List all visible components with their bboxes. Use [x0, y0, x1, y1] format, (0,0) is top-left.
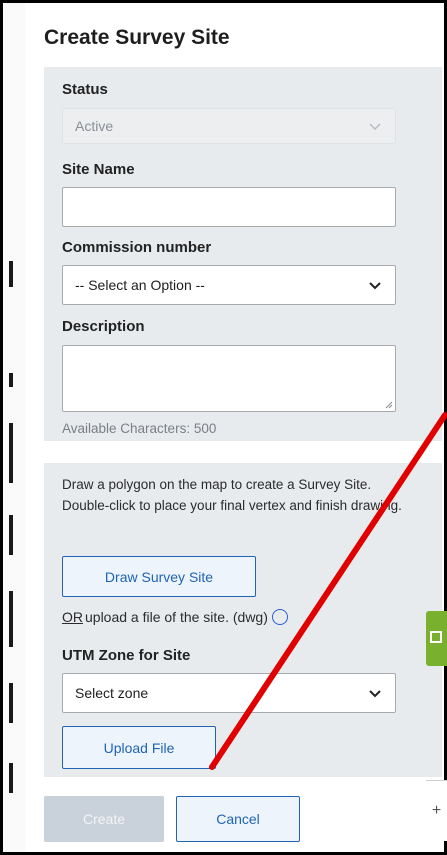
map-widget-tab[interactable]: [426, 611, 447, 666]
status-select[interactable]: Active: [62, 108, 396, 144]
status-value: Active: [75, 118, 114, 134]
draw-instructions: Draw a polygon on the map to create a Su…: [62, 477, 402, 513]
chevron-down-icon: [369, 123, 381, 131]
commission-value: -- Select an Option --: [75, 277, 205, 293]
site-name-input[interactable]: [62, 187, 396, 227]
map-mark: [9, 515, 13, 555]
draw-site-panel: Draw a polygon on the map to create a Su…: [44, 463, 442, 777]
map-background-strip: [3, 3, 25, 852]
available-characters: Available Characters: 500: [62, 421, 217, 436]
status-label: Status: [62, 81, 108, 98]
map-mark: [9, 683, 13, 723]
map-mark: [9, 763, 13, 793]
widget-icon: [430, 631, 442, 643]
site-details-panel: Status Active Site Name Commission numbe…: [44, 67, 442, 441]
upload-file-button[interactable]: Upload File: [62, 726, 216, 769]
site-name-label: Site Name: [62, 161, 135, 178]
cancel-button[interactable]: Cancel: [176, 796, 300, 842]
description-textarea[interactable]: [62, 345, 396, 412]
chevron-down-icon: [369, 690, 381, 698]
utm-zone-select[interactable]: Select zone: [62, 673, 396, 713]
info-icon[interactable]: [271, 609, 288, 625]
draw-survey-site-button[interactable]: Draw Survey Site: [62, 556, 256, 597]
utm-value: Select zone: [75, 685, 149, 701]
description-label: Description: [62, 318, 145, 335]
commission-label: Commission number: [62, 239, 212, 256]
map-mark: [9, 591, 13, 647]
upload-text: upload a file of the site. (dwg): [85, 609, 268, 625]
chevron-down-icon: [369, 282, 381, 290]
zoom-in-button[interactable]: +: [426, 780, 447, 841]
create-button[interactable]: Create: [44, 796, 164, 842]
map-mark: [9, 373, 13, 387]
dialog-title: Create Survey Site: [44, 26, 230, 49]
utm-label: UTM Zone for Site: [62, 647, 191, 664]
map-mark: [9, 261, 13, 287]
plus-icon: +: [431, 802, 442, 819]
or-text: OR: [62, 609, 83, 625]
commission-select[interactable]: -- Select an Option --: [62, 265, 396, 305]
map-mark: [9, 423, 13, 483]
upload-instructions: OR upload a file of the site. (dwg): [62, 609, 288, 625]
resize-handle-icon[interactable]: [385, 401, 393, 409]
